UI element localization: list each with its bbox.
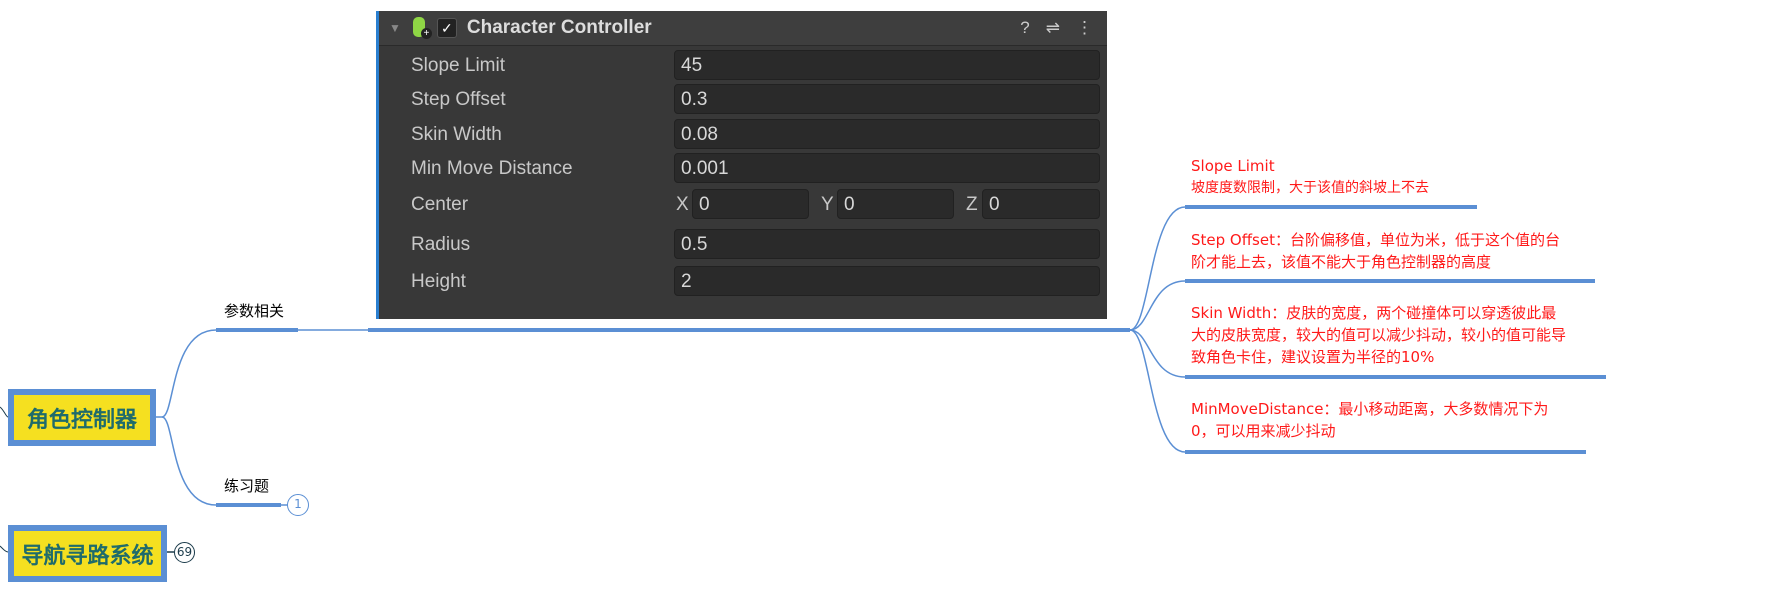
subtopic-params[interactable]: 参数相关	[224, 300, 284, 321]
exercise-count-badge[interactable]: 1	[287, 494, 309, 516]
note-line: 致角色卡住，建议设置为半径的10%	[1191, 348, 1435, 366]
field-row-skin-width: Skin Width 0.08	[379, 119, 1107, 151]
field-label: Min Move Distance	[411, 158, 573, 179]
note-line: 0，可以用来减少抖动	[1191, 422, 1336, 440]
note-slope-limit[interactable]: Slope Limit 坡度度数限制，大于该值的斜坡上不去	[1191, 155, 1429, 199]
topic-character-controller[interactable]: 角色控制器	[8, 389, 156, 446]
note-line: Skin Width：皮肤的宽度，两个碰撞体可以穿透彼此最	[1191, 304, 1557, 322]
subtopic-exercise[interactable]: 练习题	[224, 475, 269, 496]
note-line: Slope Limit	[1191, 157, 1275, 175]
note-line: Step Offset：台阶偏移值，单位为米，低于这个值的台	[1191, 231, 1560, 249]
z-axis-label[interactable]: Z	[966, 194, 978, 216]
field-row-radius: Radius 0.5	[379, 229, 1107, 261]
skin-width-input[interactable]: 0.08	[674, 119, 1100, 149]
field-label: Step Offset	[411, 89, 506, 110]
field-label: Center	[411, 194, 469, 215]
collapse-triangle-icon[interactable]: ▼	[389, 21, 401, 35]
field-row-step-offset: Step Offset 0.3	[379, 84, 1107, 116]
slope-limit-input[interactable]: 45	[674, 50, 1100, 80]
enabled-checkbox[interactable]: ✓	[436, 18, 457, 38]
field-label: Skin Width	[411, 124, 502, 145]
field-label: Height	[411, 271, 466, 292]
note-line: MinMoveDistance：最小移动距离，大多数情况下为	[1191, 400, 1549, 418]
note-step-offset[interactable]: Step Offset：台阶偏移值，单位为米，低于这个值的台 阶才能上去，该值不…	[1191, 229, 1560, 273]
character-controller-inspector: ▼ + ✓ Character Controller ? ⇌ ⋮ Slope L…	[376, 11, 1107, 319]
preset-icon[interactable]: ⇌	[1046, 18, 1060, 38]
collapsed-count-badge[interactable]: 69	[174, 542, 195, 563]
field-row-min-move-distance: Min Move Distance 0.001	[379, 153, 1107, 185]
field-label: Radius	[411, 234, 471, 255]
min-move-distance-input[interactable]: 0.001	[674, 153, 1100, 183]
radius-input[interactable]: 0.5	[674, 229, 1100, 259]
height-input[interactable]: 2	[674, 266, 1100, 296]
center-y-input[interactable]: 0	[837, 189, 954, 219]
note-skin-width[interactable]: Skin Width：皮肤的宽度，两个碰撞体可以穿透彼此最 大的皮肤宽度，较大的…	[1191, 302, 1566, 368]
field-row-slope-limit: Slope Limit 45	[379, 50, 1107, 82]
help-icon[interactable]: ?	[1020, 18, 1029, 38]
field-row-height: Height 2	[379, 266, 1107, 298]
x-axis-label[interactable]: X	[676, 194, 689, 216]
component-title: Character Controller	[466, 17, 652, 38]
character-controller-icon: +	[409, 16, 432, 40]
note-line: 阶才能上去，该值不能大于角色控制器的高度	[1191, 253, 1492, 271]
menu-icon[interactable]: ⋮	[1076, 18, 1093, 38]
note-min-move-distance[interactable]: MinMoveDistance：最小移动距离，大多数情况下为 0，可以用来减少抖…	[1191, 398, 1548, 442]
field-label: Slope Limit	[411, 55, 505, 76]
y-axis-label[interactable]: Y	[821, 194, 834, 216]
field-row-center: Center X 0 Y 0 Z 0	[379, 189, 1107, 221]
center-x-input[interactable]: 0	[692, 189, 809, 219]
component-header[interactable]: ▼ + ✓ Character Controller ? ⇌ ⋮	[379, 11, 1107, 46]
step-offset-input[interactable]: 0.3	[674, 84, 1100, 114]
note-line: 坡度度数限制，大于该值的斜坡上不去	[1191, 180, 1429, 196]
topic-navigation-system[interactable]: 导航寻路系统	[8, 525, 167, 582]
note-line: 大的皮肤宽度，较大的值可以减少抖动，较小的值可能导	[1191, 326, 1567, 344]
center-z-input[interactable]: 0	[982, 189, 1100, 219]
